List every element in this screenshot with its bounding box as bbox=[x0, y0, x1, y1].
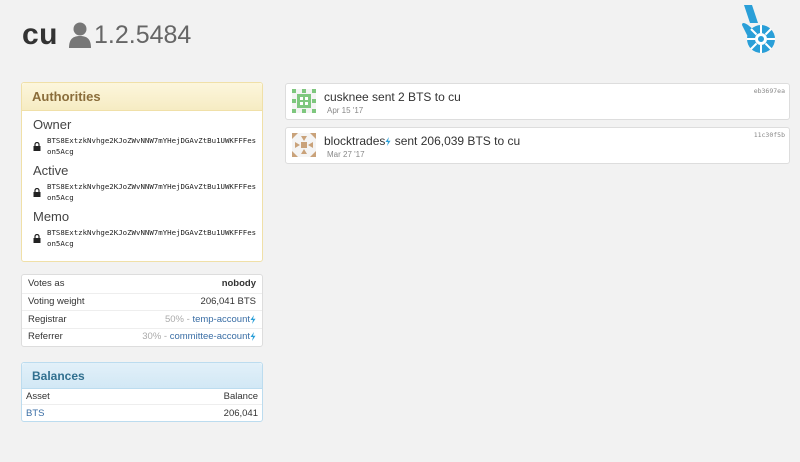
memo-authority: Memo BTS8ExtzkNvhge2KJoZWvNNW7mYHejDGAvZ… bbox=[22, 209, 262, 249]
operation-date: Apr 15 '17 bbox=[327, 106, 364, 115]
memo-label: Memo bbox=[33, 209, 70, 224]
asset-link[interactable]: BTS bbox=[26, 408, 44, 419]
registrar-row: Registrar 50% - temp-account bbox=[22, 310, 262, 328]
votes-as-value: nobody bbox=[221, 278, 256, 290]
votes-as-row: Votes as nobody bbox=[22, 275, 262, 293]
operation-item: blocktrades sent 206,039 BTS to cu Mar 2… bbox=[285, 127, 790, 164]
operation-description: blocktrades sent 206,039 BTS to cu bbox=[324, 134, 520, 148]
identicon-avatar[interactable] bbox=[292, 89, 316, 113]
authorities-title: Authorities bbox=[22, 83, 262, 111]
owner-key: BTS8ExtzkNvhge2KJoZWvNNW7mYHejDGAvZtBu1U… bbox=[47, 136, 257, 156]
user-icon bbox=[69, 22, 92, 48]
referrer-account-link[interactable]: committee-account bbox=[170, 331, 250, 342]
asset-column-header: Asset bbox=[26, 391, 50, 402]
from-account-link[interactable]: blocktrades bbox=[324, 134, 385, 148]
account-name: cu bbox=[22, 18, 59, 51]
operation-item: cusknee sent 2 BTS to cu Apr 15 '17 eb36… bbox=[285, 83, 790, 120]
operation-hash[interactable]: eb3697ea bbox=[754, 87, 785, 95]
lock-icon bbox=[33, 234, 41, 243]
owner-label: Owner bbox=[33, 117, 72, 132]
identicon-avatar[interactable] bbox=[292, 133, 316, 157]
voting-weight-value: 206,041 BTS bbox=[200, 296, 256, 308]
balances-panel: Balances Asset Balance BTS 206,041 bbox=[21, 362, 263, 422]
active-authority: Active BTS8ExtzkNvhge2KJoZWvNNW7mYHejDGA… bbox=[22, 163, 262, 203]
operation-date: Mar 27 '17 bbox=[327, 150, 365, 159]
lock-icon bbox=[33, 142, 41, 151]
registrar-label: Registrar bbox=[28, 313, 67, 325]
operation-text: sent 206,039 BTS to bbox=[391, 134, 508, 148]
operation-hash[interactable]: 11c30f5b bbox=[754, 131, 785, 139]
operation-text: sent 2 BTS to bbox=[368, 90, 449, 104]
registrar-account-link[interactable]: temp-account bbox=[192, 314, 250, 325]
active-key: BTS8ExtzkNvhge2KJoZWvNNW7mYHejDGAvZtBu1U… bbox=[47, 182, 257, 202]
lock-icon bbox=[33, 188, 41, 197]
table-row: BTS 206,041 bbox=[22, 405, 262, 421]
votes-panel: Votes as nobody Voting weight 206,041 BT… bbox=[21, 274, 263, 347]
votes-as-label: Votes as bbox=[28, 278, 65, 290]
active-label: Active bbox=[33, 163, 69, 178]
account-id: 1.2.5484 bbox=[94, 20, 192, 49]
balances-title: Balances bbox=[22, 363, 262, 389]
referrer-label: Referrer bbox=[28, 331, 63, 343]
referrer-percent: 30% - bbox=[142, 331, 170, 343]
voting-weight-row: Voting weight 206,041 BTS bbox=[22, 292, 262, 311]
lightning-bolt-icon bbox=[250, 332, 256, 342]
authorities-panel: Authorities Owner BTS8ExtzkNvhge2KJoZWvN… bbox=[21, 82, 263, 262]
memo-key: BTS8ExtzkNvhge2KJoZWvNNW7mYHejDGAvZtBu1U… bbox=[47, 228, 257, 248]
balance-column-header: Balance bbox=[223, 391, 258, 402]
balances-table-header: Asset Balance bbox=[22, 389, 262, 405]
lightning-bolt-icon bbox=[250, 314, 256, 324]
to-account-link[interactable]: cu bbox=[507, 134, 520, 148]
voting-weight-label: Voting weight bbox=[28, 296, 85, 308]
balance-value: 206,041 bbox=[223, 407, 258, 419]
owner-authority: Owner BTS8ExtzkNvhge2KJoZWvNNW7mYHejDGAv… bbox=[22, 117, 262, 157]
operation-description: cusknee sent 2 BTS to cu bbox=[324, 90, 461, 104]
to-account-link[interactable]: cu bbox=[448, 90, 461, 104]
from-account-link[interactable]: cusknee bbox=[324, 90, 369, 104]
referrer-row: Referrer 30% - committee-account bbox=[22, 327, 262, 346]
account-header: cu 1.2.5484 bbox=[22, 18, 191, 52]
bitshares-logo[interactable] bbox=[738, 3, 778, 55]
registrar-percent: 50% - bbox=[164, 313, 193, 325]
